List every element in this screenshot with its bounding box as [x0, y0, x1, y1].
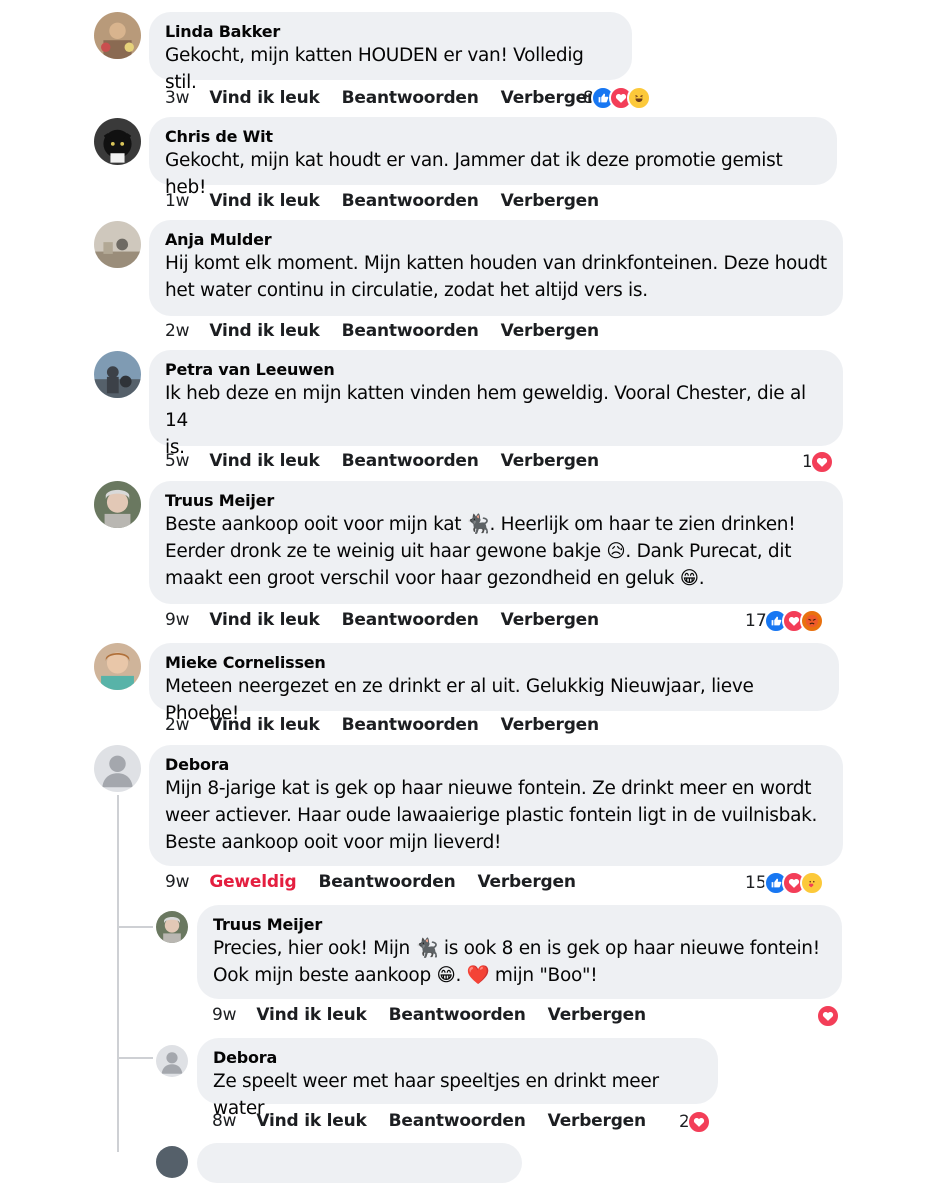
comment-bubble: Petra van Leeuwen Ik heb deze en mijn ka…: [149, 350, 843, 458]
comment-timestamp[interactable]: 5w: [165, 451, 190, 471]
default-avatar-icon[interactable]: [156, 1045, 188, 1077]
thread-line: [117, 795, 119, 1152]
like-link[interactable]: Vind ik leuk: [209, 191, 319, 211]
default-avatar-icon[interactable]: [94, 745, 141, 792]
reaction-summary[interactable]: 1: [802, 450, 834, 474]
comment-actions: 9w Vind ik leuk Beantwoorden Verbergen: [212, 1005, 646, 1025]
reply-link[interactable]: Beantwoorden: [318, 872, 455, 892]
like-link[interactable]: Vind ik leuk: [209, 451, 319, 471]
reply-connector: [119, 1057, 153, 1059]
hide-link[interactable]: Verbergen: [501, 191, 599, 211]
reply-link[interactable]: Beantwoorden: [342, 191, 479, 211]
like-link[interactable]: Vind ik leuk: [209, 88, 319, 108]
comment-author[interactable]: Chris de Wit: [165, 126, 821, 147]
comment-author[interactable]: Petra van Leeuwen: [165, 359, 827, 380]
hide-link[interactable]: Verbergen: [501, 321, 599, 341]
comment-actions: 2w Vind ik leuk Beantwoorden Verbergen: [165, 715, 599, 735]
reply-link[interactable]: Beantwoorden: [389, 1005, 526, 1025]
comment-text-line: het water continu in circulatie, zodat h…: [165, 280, 648, 301]
like-link[interactable]: Vind ik leuk: [209, 321, 319, 341]
reaction-summary[interactable]: 2: [679, 1110, 711, 1134]
comment-actions: 5w Vind ik leuk Beantwoorden Verbergen: [165, 451, 599, 471]
comment-text-line: Beste aankoop ooit voor mijn kat 🐈‍⬛. He…: [165, 514, 796, 535]
reply-link[interactable]: Beantwoorden: [389, 1111, 526, 1131]
avatar[interactable]: [156, 1146, 188, 1178]
comment-timestamp[interactable]: 9w: [212, 1005, 237, 1025]
comment-author[interactable]: Mieke Cornelissen: [165, 652, 823, 673]
comment-text-line: Beste aankoop ooit voor mijn lieverd!: [165, 832, 502, 853]
reaction-summary[interactable]: [816, 1004, 840, 1028]
hide-link[interactable]: Verbergen: [548, 1111, 646, 1131]
comment-text-line: Ook mijn beste aankoop 😁. ❤️ mijn "Boo"!: [213, 965, 598, 986]
reaction-summary[interactable]: 15: [745, 871, 824, 895]
reply-connector: [119, 926, 153, 928]
reply-link[interactable]: Beantwoorden: [342, 451, 479, 471]
comment-text-line: Hij komt elk moment. Mijn katten houden …: [165, 253, 827, 274]
avatar[interactable]: [94, 481, 141, 528]
like-link[interactable]: Vind ik leuk: [256, 1005, 366, 1025]
comment-bubble: Chris de Wit Gekocht, mijn kat houdt er …: [149, 117, 837, 198]
comment-text-line: Ik heb deze en mijn katten vinden hem ge…: [165, 383, 806, 431]
comment-bubble: Linda Bakker Gekocht, mijn katten HOUDEN…: [149, 12, 632, 93]
comment-actions: 9w Vind ik leuk Beantwoorden Verbergen: [165, 610, 599, 630]
like-link[interactable]: Vind ik leuk: [256, 1111, 366, 1131]
reply-bubble: [197, 1143, 522, 1183]
comment-author[interactable]: Truus Meijer: [213, 914, 826, 935]
comment-timestamp[interactable]: 3w: [165, 88, 190, 108]
comment-text-line: Eerder dronk ze te weinig uit haar gewon…: [165, 541, 792, 562]
comment-actions: 9w Geweldig Beantwoorden Verbergen: [165, 872, 576, 892]
comment-author[interactable]: Truus Meijer: [165, 490, 827, 511]
comment-text-line: Precies, hier ook! Mijn 🐈‍⬛ is ook 8 en …: [213, 938, 820, 959]
hide-link[interactable]: Verbergen: [501, 715, 599, 735]
love-icon: [686, 1110, 711, 1134]
like-link[interactable]: Vind ik leuk: [209, 610, 319, 630]
love-icon: [809, 450, 834, 474]
reply-bubble: Debora Ze speelt weer met haar speeltjes…: [197, 1038, 718, 1119]
reaction-summary[interactable]: 8: [583, 86, 651, 110]
avatar[interactable]: [94, 12, 141, 59]
love-reaction-link[interactable]: Geweldig: [209, 872, 296, 892]
comment-bubble: Mieke Cornelissen Meteen neergezet en ze…: [149, 643, 839, 724]
avatar[interactable]: [94, 118, 141, 165]
comment-timestamp[interactable]: 2w: [165, 321, 190, 341]
comment-author[interactable]: Linda Bakker: [165, 21, 616, 42]
comment-text-line: maakt een groot verschil voor haar gezon…: [165, 568, 705, 589]
comment-timestamp[interactable]: 1w: [165, 191, 190, 211]
comment-bubble: Anja Mulder Hij komt elk moment. Mijn ka…: [149, 220, 843, 316]
hide-link[interactable]: Verbergen: [478, 872, 576, 892]
comment-actions: 8w Vind ik leuk Beantwoorden Verbergen: [212, 1111, 646, 1131]
reply-link[interactable]: Beantwoorden: [342, 715, 479, 735]
comment-author[interactable]: Debora: [165, 754, 827, 775]
reaction-summary[interactable]: 17: [745, 609, 824, 633]
like-link[interactable]: Vind ik leuk: [209, 715, 319, 735]
comment-bubble: Debora Mijn 8-jarige kat is gek op haar …: [149, 745, 843, 866]
avatar[interactable]: [94, 643, 141, 690]
reply-bubble: Truus Meijer Precies, hier ook! Mijn 🐈‍⬛…: [197, 905, 842, 999]
hide-link[interactable]: Verbergen: [501, 451, 599, 471]
reply-link[interactable]: Beantwoorden: [342, 88, 479, 108]
comment-actions: 2w Vind ik leuk Beantwoorden Verbergen: [165, 321, 599, 341]
avatar[interactable]: [94, 221, 141, 268]
comment-timestamp[interactable]: 2w: [165, 715, 190, 735]
avatar[interactable]: [156, 911, 188, 943]
reply-link[interactable]: Beantwoorden: [342, 321, 479, 341]
hide-link[interactable]: Verbergen: [548, 1005, 646, 1025]
comment-timestamp[interactable]: 9w: [165, 872, 190, 892]
angry-icon: [799, 609, 824, 633]
comment-actions: 3w Vind ik leuk Beantwoorden Verbergen: [165, 88, 599, 108]
comment-text-line: weer actiever. Haar oude lawaaierige pla…: [165, 805, 818, 826]
comment-timestamp[interactable]: 8w: [212, 1111, 237, 1131]
comment-bubble: Truus Meijer Beste aankoop ooit voor mij…: [149, 481, 843, 604]
comment-timestamp[interactable]: 9w: [165, 610, 190, 630]
comment-author[interactable]: Debora: [213, 1047, 702, 1068]
reply-link[interactable]: Beantwoorden: [342, 610, 479, 630]
care-icon: [799, 871, 824, 895]
avatar[interactable]: [94, 351, 141, 398]
comment-actions: 1w Vind ik leuk Beantwoorden Verbergen: [165, 191, 599, 211]
comment-text-line: Mijn 8-jarige kat is gek op haar nieuwe …: [165, 778, 812, 799]
haha-icon: [626, 86, 651, 110]
hide-link[interactable]: Verbergen: [501, 610, 599, 630]
love-icon: [816, 1004, 840, 1028]
comment-author[interactable]: Anja Mulder: [165, 229, 827, 250]
